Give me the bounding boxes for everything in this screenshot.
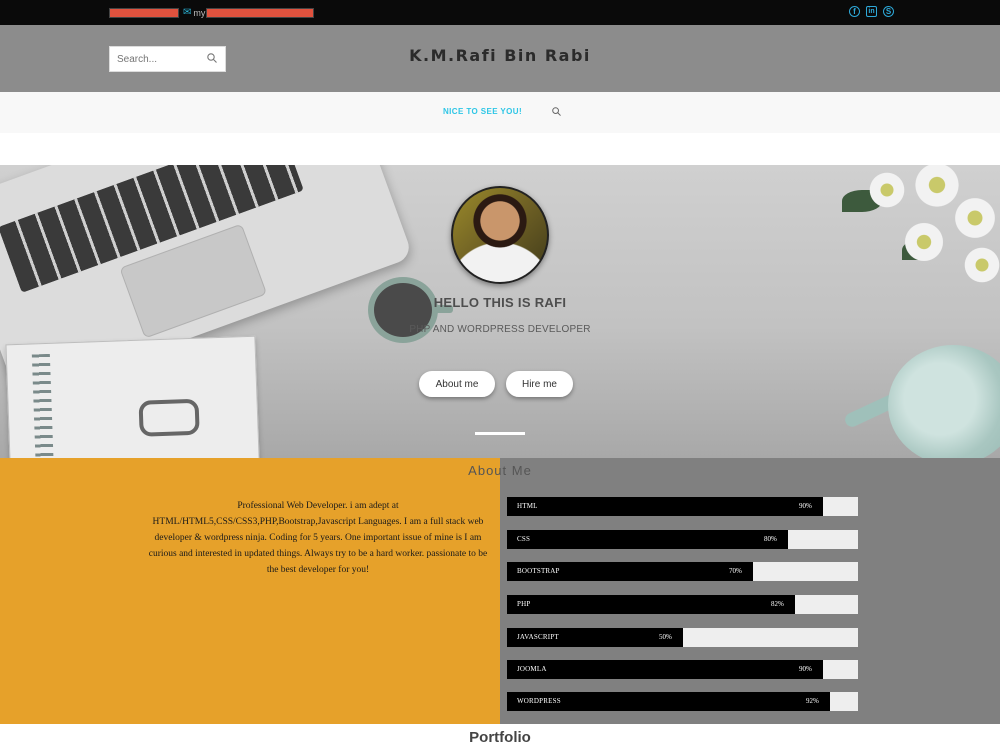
- skill-bar-joomla: JOOMLA 90%: [507, 660, 858, 679]
- skill-percent: 90%: [799, 502, 812, 510]
- skill-name: HTML: [517, 502, 538, 510]
- redacted-email[interactable]: [206, 7, 315, 18]
- binder-clip-image: [138, 398, 200, 437]
- skill-name: WORDPRESS: [517, 697, 561, 705]
- teapot-image: [888, 345, 1000, 458]
- hero-role: PHP AND WORDPRESS DEVELOPER: [409, 324, 591, 335]
- skill-name: CSS: [517, 535, 531, 543]
- about-description: Professional Web Developer. i am adept a…: [148, 501, 488, 575]
- skill-name: BOOTSTRAP: [517, 567, 560, 575]
- hero-section: HELLO THIS IS RAFI PHP AND WORDPRESS DEV…: [0, 165, 1000, 458]
- about-title: About Me: [468, 463, 532, 478]
- envelope-icon: ✉: [183, 6, 192, 18]
- skill-percent: 82%: [771, 600, 784, 608]
- portfolio-title: Portfolio: [469, 729, 531, 746]
- skill-name: JAVASCRIPT: [517, 633, 559, 641]
- top-bar: ✉ my f in S: [0, 0, 1000, 25]
- skill-bar-fill: [507, 530, 788, 549]
- skype-icon[interactable]: S: [883, 6, 894, 17]
- skill-name: PHP: [517, 600, 531, 608]
- skill-bar-css: CSS 80%: [507, 530, 858, 549]
- site-header: K.M.Rafi Bin Rabi: [0, 25, 1000, 92]
- skill-bar-fill: [507, 660, 823, 679]
- about-me-button[interactable]: About me: [419, 371, 495, 397]
- skill-percent: 80%: [764, 535, 777, 543]
- flowers-image: [842, 165, 1000, 285]
- skill-percent: 50%: [659, 633, 672, 641]
- skill-bar-html: HTML 90%: [507, 497, 858, 516]
- slider-indicator[interactable]: [475, 432, 525, 435]
- avatar: [451, 186, 549, 284]
- facebook-icon[interactable]: f: [849, 6, 860, 17]
- skill-name: JOOMLA: [517, 665, 547, 673]
- nav-item-nice-to-see-you[interactable]: NICE TO SEE YOU!: [443, 107, 522, 116]
- skill-percent: 92%: [806, 697, 819, 705]
- skill-bar-wordpress: WORDPRESS 92%: [507, 692, 858, 711]
- email-prefix: my: [193, 7, 206, 18]
- site-title[interactable]: K.M.Rafi Bin Rabi: [0, 46, 1000, 65]
- notebook-rings: [31, 353, 55, 458]
- linkedin-icon[interactable]: in: [866, 6, 877, 17]
- hero-greeting: HELLO THIS IS RAFI: [433, 295, 567, 310]
- main-nav: NICE TO SEE YOU!: [0, 92, 1000, 133]
- skill-bar-fill: [507, 595, 795, 614]
- redacted-phone: [109, 7, 179, 18]
- social-links: f in S: [849, 6, 894, 17]
- notebook-image: [5, 335, 261, 458]
- skill-bar-php: PHP 82%: [507, 595, 858, 614]
- skill-bar-bootstrap: BOOTSTRAP 70%: [507, 562, 858, 581]
- hire-me-button[interactable]: Hire me: [506, 371, 573, 397]
- skill-percent: 90%: [799, 665, 812, 673]
- skill-bar-fill: [507, 497, 823, 516]
- search-icon[interactable]: [552, 107, 561, 116]
- skill-bar-javascript: JAVASCRIPT 50%: [507, 628, 858, 647]
- skill-percent: 70%: [729, 567, 742, 575]
- contact-info: ✉ my: [109, 6, 315, 18]
